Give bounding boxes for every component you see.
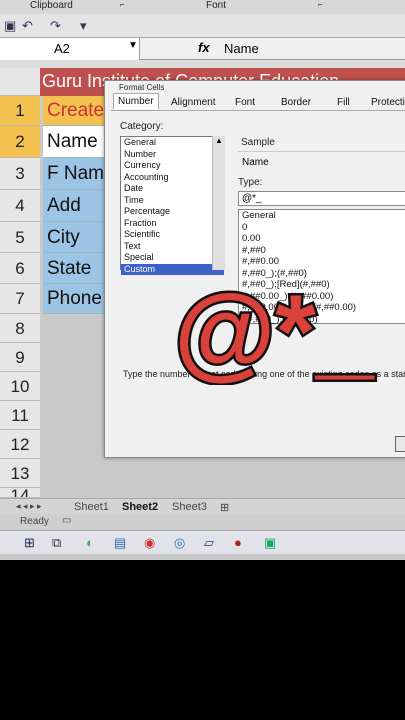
status-bar: Ready ▭ xyxy=(0,514,405,530)
status-text: Ready xyxy=(20,516,49,527)
type-item[interactable]: #,##0 xyxy=(239,245,405,257)
format-cells-dialog: Format Cells Number Alignment Font Borde… xyxy=(104,80,405,458)
font-group-label: Font xyxy=(206,0,227,11)
row-header[interactable]: 6 xyxy=(0,253,40,284)
dialog-launcher-icon[interactable]: ⌐ xyxy=(120,0,125,9)
tab-font[interactable]: Font xyxy=(231,95,259,110)
cell-a6[interactable]: State xyxy=(43,253,105,284)
tab-protection[interactable]: Protection xyxy=(367,95,405,110)
taskbar: ⊞ ⧉ ◐ ▤ ◉ ◎ ▱ ● ▣ xyxy=(0,530,405,554)
type-label: Type: xyxy=(238,177,263,188)
category-item[interactable]: Fraction xyxy=(121,218,224,230)
category-item[interactable]: Accounting xyxy=(121,172,224,184)
task-view-icon[interactable]: ⧉ xyxy=(52,535,61,551)
row-header[interactable]: 4 xyxy=(0,190,40,222)
cell-a1[interactable]: Create xyxy=(43,96,105,126)
category-list[interactable]: General Number Currency Accounting Date … xyxy=(120,136,225,275)
name-box[interactable]: A2 xyxy=(0,38,140,60)
sample-label: Sample xyxy=(241,137,275,148)
start-icon[interactable]: ⊞ xyxy=(24,535,35,551)
type-item[interactable]: 0.00 xyxy=(239,233,405,245)
new-sheet-icon[interactable]: ⊞ xyxy=(220,501,229,514)
row-header[interactable]: 9 xyxy=(0,343,40,372)
excel-window: Clipboard ⌐ Font ⌐ ▣ ↶ ↷ ▾ A2 ▼ fx Name … xyxy=(0,0,405,560)
category-scrollbar[interactable]: ▲ xyxy=(212,136,225,270)
row-header[interactable]: 10 xyxy=(0,372,40,401)
excel-icon[interactable]: ▣ xyxy=(264,535,276,551)
recorder-icon[interactable]: ● xyxy=(234,535,242,550)
clipboard-group-label: Clipboard xyxy=(30,0,73,11)
dialog-tabs: Number Alignment Font Border Fill Protec… xyxy=(111,93,405,111)
tab-number[interactable]: Number xyxy=(113,93,159,109)
category-item[interactable]: Percentage xyxy=(121,206,224,218)
row-header[interactable]: 3 xyxy=(0,158,40,190)
format-code-overlay: @*_ xyxy=(172,275,377,385)
type-input[interactable]: @*_ xyxy=(238,191,405,206)
category-item[interactable]: Special xyxy=(121,252,224,264)
cell-a2[interactable]: Name xyxy=(43,126,105,158)
cell-a7[interactable]: Phone xyxy=(43,284,105,314)
row-header[interactable]: 14 xyxy=(0,488,40,498)
explorer-icon[interactable]: ▤ xyxy=(114,535,126,551)
save-icon[interactable]: ▣ xyxy=(4,18,16,34)
dialog-title: Format Cells xyxy=(119,83,165,92)
cell-a3[interactable]: F Nam xyxy=(43,158,105,190)
font-launcher-icon[interactable]: ⌐ xyxy=(318,0,323,9)
row-header[interactable]: 12 xyxy=(0,430,40,459)
ribbon: Clipboard ⌐ Font ⌐ xyxy=(0,0,405,14)
category-item[interactable]: Date xyxy=(121,183,224,195)
category-item[interactable]: General xyxy=(121,137,224,149)
formula-bar: A2 ▼ fx Name xyxy=(0,38,405,60)
cell-a4[interactable]: Add xyxy=(43,190,105,222)
ok-button[interactable] xyxy=(395,436,405,452)
redo-icon[interactable]: ↷ xyxy=(50,18,61,34)
undo-icon[interactable]: ↶ xyxy=(22,18,33,34)
row-header[interactable]: 1 xyxy=(0,96,40,126)
column-header xyxy=(0,60,405,68)
sample-value: Name xyxy=(238,151,405,171)
tab-fill[interactable]: Fill xyxy=(333,95,354,110)
customize-icon[interactable]: ▾ xyxy=(80,18,87,34)
chrome-icon[interactable]: ◉ xyxy=(144,535,155,551)
row-header[interactable]: 11 xyxy=(0,401,40,430)
row-header[interactable]: 8 xyxy=(0,314,40,343)
sheet-tab[interactable]: Sheet3 xyxy=(172,501,207,513)
app-icon[interactable]: ▱ xyxy=(204,535,214,551)
scroll-up-icon[interactable]: ▲ xyxy=(215,136,223,145)
overlay-code-text: @*_ xyxy=(174,275,375,385)
name-box-dropdown-icon[interactable]: ▼ xyxy=(128,40,138,51)
category-item[interactable]: Time xyxy=(121,195,224,207)
category-label: Category: xyxy=(120,121,164,132)
category-item[interactable]: Number xyxy=(121,149,224,161)
row-header[interactable]: 13 xyxy=(0,459,40,488)
row-header-blank xyxy=(0,68,40,96)
category-item-selected[interactable]: Custom xyxy=(121,263,224,275)
type-item[interactable]: #,##0.00 xyxy=(239,256,405,268)
tab-nav-icon[interactable]: ◂ ◂ ▸ ▸ xyxy=(16,501,42,512)
row-header[interactable]: 5 xyxy=(0,222,40,253)
tab-alignment[interactable]: Alignment xyxy=(167,95,219,110)
type-item[interactable]: General xyxy=(239,210,405,222)
category-item[interactable]: Currency xyxy=(121,160,224,172)
sheet-tab[interactable]: Sheet1 xyxy=(74,501,109,513)
tab-border[interactable]: Border xyxy=(277,95,315,110)
formula-input[interactable]: Name xyxy=(224,41,259,56)
row-header[interactable]: 7 xyxy=(0,284,40,314)
type-item[interactable]: 0 xyxy=(239,222,405,234)
row-header[interactable]: 2 xyxy=(0,126,40,158)
cell-a5[interactable]: City xyxy=(43,222,105,253)
edge-icon[interactable]: ◎ xyxy=(174,535,185,551)
sheet-tab-active[interactable]: Sheet2 xyxy=(122,501,158,513)
category-item[interactable]: Text xyxy=(121,241,224,253)
function-icon[interactable]: fx xyxy=(198,40,210,55)
quick-access-toolbar: ▣ ↶ ↷ ▾ xyxy=(0,14,405,38)
category-item[interactable]: Scientific xyxy=(121,229,224,241)
browser-icon[interactable]: ◐ xyxy=(86,535,94,550)
macro-icon[interactable]: ▭ xyxy=(62,515,71,526)
sheet-tabs-bar: ◂ ◂ ▸ ▸ Sheet1 Sheet2 Sheet3 ⊞ xyxy=(0,498,405,514)
